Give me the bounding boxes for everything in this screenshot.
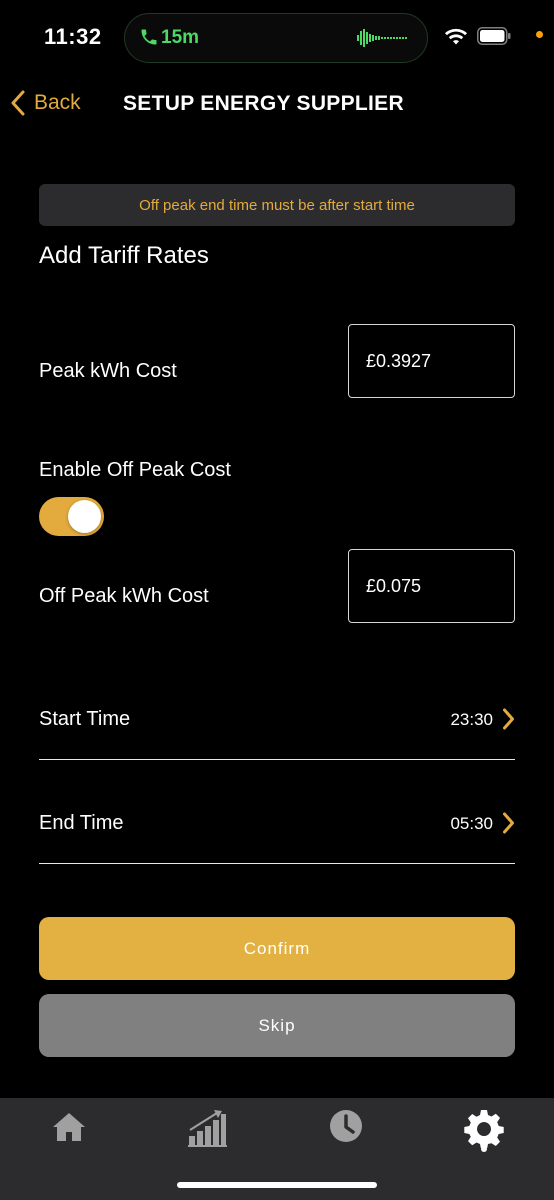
page-title: SETUP ENERGY SUPPLIER	[123, 92, 404, 115]
tab-schedule[interactable]	[326, 1108, 366, 1148]
chevron-right-icon	[503, 812, 514, 834]
audio-waveform-icon	[357, 29, 407, 47]
bar-chart-icon	[188, 1110, 227, 1147]
enable-off-peak-toggle[interactable]	[39, 497, 104, 536]
end-time-value: 05:30	[450, 814, 493, 833]
back-button[interactable]: Back	[10, 90, 81, 116]
end-time-label: End Time	[39, 812, 124, 834]
back-label: Back	[34, 91, 81, 114]
status-bar: 11:32 15m	[0, 0, 554, 76]
clock-icon	[330, 1110, 362, 1142]
start-time-label: Start Time	[39, 708, 131, 730]
start-time-row[interactable]: Start Time 23:30	[39, 700, 515, 760]
off-peak-cost-input[interactable]: £0.075	[348, 549, 515, 623]
off-peak-cost-label: Off Peak kWh Cost	[39, 585, 209, 607]
start-time-value: 23:30	[450, 710, 493, 729]
toggle-knob	[68, 500, 101, 533]
tab-settings[interactable]	[464, 1108, 504, 1149]
wifi-icon	[445, 28, 467, 45]
skip-button[interactable]: Skip	[39, 994, 515, 1057]
end-time-row[interactable]: End Time 05:30	[39, 804, 515, 864]
home-icon	[53, 1113, 85, 1141]
active-tab-indicator	[481, 1146, 487, 1152]
section-title: Add Tariff Rates	[39, 242, 209, 269]
status-time: 11:32	[44, 24, 102, 49]
chevron-right-icon	[503, 708, 514, 730]
call-duration: 15m	[161, 27, 200, 48]
peak-cost-input[interactable]: £0.3927	[348, 324, 515, 398]
tab-usage[interactable]	[187, 1108, 227, 1148]
error-banner: Off peak end time must be after start ti…	[39, 184, 515, 226]
enable-off-peak-label: Enable Off Peak Cost	[39, 459, 231, 481]
error-message: Off peak end time must be after start ti…	[139, 196, 415, 214]
confirm-button[interactable]: Confirm	[39, 917, 515, 980]
navigation-header: Back SETUP ENERGY SUPPLIER	[0, 80, 554, 130]
privacy-indicator-dot	[536, 31, 543, 38]
home-indicator[interactable]	[177, 1182, 377, 1188]
active-call-pill[interactable]: 15m	[124, 13, 428, 63]
chevron-left-icon	[11, 90, 25, 116]
tab-home[interactable]	[49, 1108, 89, 1148]
battery-icon	[477, 27, 511, 45]
peak-cost-label: Peak kWh Cost	[39, 360, 177, 382]
gear-icon	[464, 1110, 504, 1149]
phone-icon	[141, 29, 157, 45]
